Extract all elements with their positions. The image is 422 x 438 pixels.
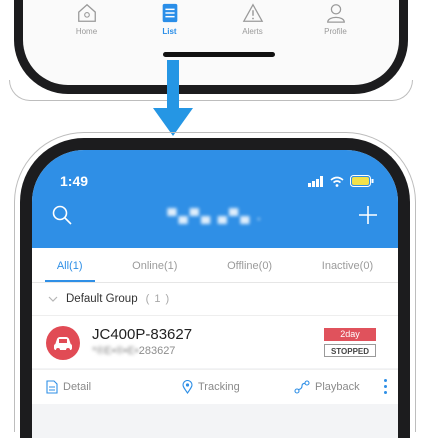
tab-profile-label: Profile: [324, 27, 347, 36]
top-phone-frame: Home List Alerts Profile: [9, 0, 413, 101]
tab-alerts-label: Alerts: [242, 27, 263, 36]
bottom-phone-frame: 1:49 ▀▄▀▄ ▄▀▄ . All(1) Online(1) Offline…: [20, 138, 410, 438]
list-icon: [162, 3, 177, 23]
tab-list[interactable]: List: [140, 2, 200, 36]
filter-tabs: All(1) Online(1) Offline(0) Inactive(0): [32, 248, 398, 283]
car-avatar: [46, 326, 80, 360]
filter-offline[interactable]: Offline(0): [227, 250, 272, 281]
group-name: Default Group: [66, 293, 138, 305]
route-icon: [294, 380, 310, 394]
more-options-icon[interactable]: [384, 379, 388, 397]
tab-home-label: Home: [75, 27, 98, 36]
car-icon: [54, 337, 72, 352]
plus-icon[interactable]: [358, 205, 378, 225]
group-header[interactable]: Default Group ( 1 ): [32, 283, 398, 316]
device-imei: *®E•®•E•283627: [92, 345, 175, 357]
tracking-button[interactable]: Tracking: [182, 380, 240, 394]
document-icon: [46, 380, 58, 394]
tab-profile[interactable]: Profile: [306, 2, 366, 36]
detail-button[interactable]: Detail: [46, 380, 91, 394]
tab-home[interactable]: Home: [57, 2, 117, 36]
chevron-down-icon: [48, 296, 58, 302]
tracking-label: Tracking: [198, 381, 240, 393]
tab-bar: Home List Alerts Profile: [45, 2, 377, 46]
group-count: ( 1 ): [145, 293, 171, 305]
wifi-icon: [330, 176, 344, 187]
header-row: ▀▄▀▄ ▄▀▄ .: [52, 200, 378, 230]
tab-alerts[interactable]: Alerts: [223, 2, 283, 36]
search-icon[interactable]: [52, 205, 72, 225]
status-badge: STOPPED: [324, 344, 376, 357]
location-pin-icon: [182, 380, 193, 394]
playback-label: Playback: [315, 381, 360, 393]
status-time: 1:49: [60, 173, 89, 189]
filter-online[interactable]: Online(1): [132, 250, 177, 281]
detail-label: Detail: [63, 381, 92, 393]
page-title: ▀▄▀▄ ▄▀▄ .: [167, 207, 263, 223]
playback-button[interactable]: Playback: [294, 380, 360, 394]
device-name: JC400P-83627: [92, 326, 193, 343]
device-imei-hidden: *®E•®•E•: [92, 345, 139, 357]
alert-icon: [242, 3, 263, 22]
status-bar: 1:49: [60, 172, 374, 190]
device-actions: Detail Tracking Playback: [32, 369, 398, 404]
battery-icon: [350, 175, 374, 187]
filter-inactive[interactable]: Inactive(0): [322, 250, 373, 281]
home-indicator: [163, 52, 275, 57]
filter-all[interactable]: All(1): [44, 250, 95, 282]
status-icons: [308, 175, 374, 187]
home-icon: [77, 3, 96, 22]
down-arrow-icon: [153, 60, 193, 136]
duration-badge: 2day: [324, 328, 376, 341]
tab-list-label: List: [162, 27, 177, 36]
app-header: 1:49 ▀▄▀▄ ▄▀▄ .: [32, 150, 398, 248]
profile-icon: [326, 4, 345, 23]
device-list-item[interactable]: JC400P-83627 *®E•®•E•283627 2day STOPPED: [32, 316, 398, 368]
signal-icon: [308, 175, 323, 187]
device-imei-visible: 283627: [138, 345, 176, 357]
